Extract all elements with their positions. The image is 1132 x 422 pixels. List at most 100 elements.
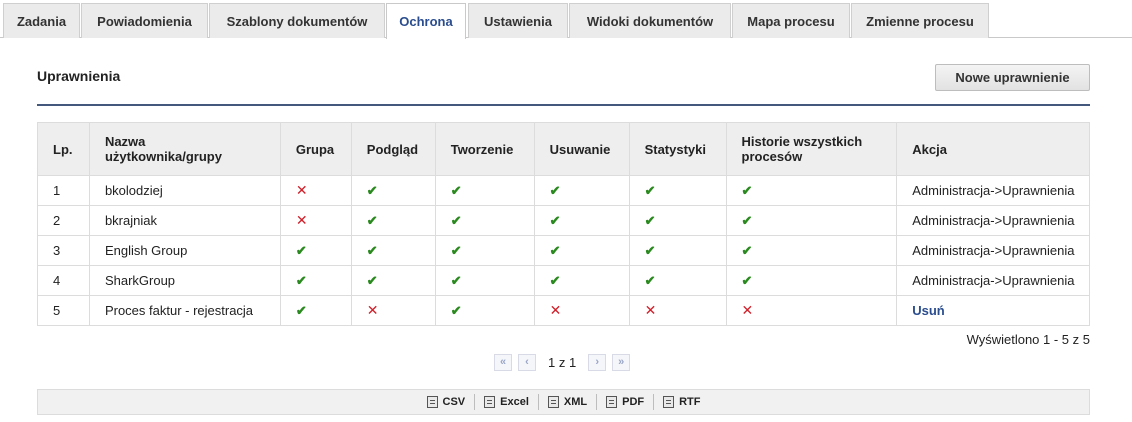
cell-group: ✔ xyxy=(279,265,352,296)
cell-history: ✔ xyxy=(725,205,898,236)
tab-zmienne-procesu[interactable]: Zmienne procesu xyxy=(851,3,989,38)
cross-icon: ✕ xyxy=(644,302,657,318)
check-icon: ✔ xyxy=(366,182,378,198)
table-row: 5 Proces faktur - rejestracja ✔ ✕ ✔ ✕ ✕ ✕ Usuń xyxy=(37,295,1090,326)
check-icon: ✔ xyxy=(741,242,753,258)
export-excel-button[interactable]: Excel xyxy=(475,396,538,408)
check-icon: ✔ xyxy=(450,182,462,198)
cell-lp: 2 xyxy=(37,205,90,236)
double-chevron-left-icon[interactable]: « xyxy=(494,353,512,371)
tab-szablony-dokumentów[interactable]: Szablony dokumentów xyxy=(209,3,385,38)
tab-widoki-dokumentów[interactable]: Widoki dokumentów xyxy=(569,3,731,38)
cell-create: ✔ xyxy=(434,175,535,206)
pagination: « ‹ 1 z 1 › » xyxy=(494,353,631,371)
cell-delete: ✔ xyxy=(533,265,630,296)
cell-name: bkolodziej xyxy=(88,175,281,206)
cell-action: Administracja->Uprawnienia xyxy=(896,175,1090,206)
check-icon: ✔ xyxy=(549,272,561,288)
export-csv-button[interactable]: CSV xyxy=(418,396,475,408)
double-chevron-right-icon[interactable]: » xyxy=(612,353,631,371)
check-icon: ✔ xyxy=(644,182,656,198)
chevron-right-icon[interactable]: › xyxy=(588,353,607,371)
cell-stats: ✕ xyxy=(628,295,727,326)
export-label: PDF xyxy=(622,396,645,408)
check-icon: ✔ xyxy=(295,242,307,258)
tab-mapa-procesu[interactable]: Mapa procesu xyxy=(732,3,850,38)
check-icon: ✔ xyxy=(450,212,462,228)
export-label: CSV xyxy=(442,396,466,408)
tab-ochrona[interactable]: Ochrona xyxy=(386,3,466,39)
col-header-create[interactable]: Tworzenie xyxy=(434,122,535,176)
cell-group: ✔ xyxy=(279,235,352,266)
cell-group: ✕ xyxy=(279,175,352,206)
export-label: XML xyxy=(563,396,588,408)
cell-name: SharkGroup xyxy=(88,265,281,296)
col-header-delete[interactable]: Usuwanie xyxy=(533,122,630,176)
cell-view: ✕ xyxy=(350,295,436,326)
action-text: Administracja->Uprawnienia xyxy=(912,213,1075,228)
cell-stats: ✔ xyxy=(628,205,727,236)
cell-stats: ✔ xyxy=(628,175,727,206)
export-xml-button[interactable]: XML xyxy=(539,396,596,408)
check-icon: ✔ xyxy=(549,212,561,228)
col-header-lp[interactable]: Lp. xyxy=(37,122,90,176)
check-icon: ✔ xyxy=(450,242,462,258)
cell-action: Usuń xyxy=(896,295,1090,326)
cell-view: ✔ xyxy=(350,175,436,206)
chevron-left-icon[interactable]: ‹ xyxy=(518,353,536,371)
cell-delete: ✔ xyxy=(533,205,630,236)
action-text: Administracja->Uprawnienia xyxy=(912,183,1075,198)
page-indicator: 1 z 1 xyxy=(548,354,577,370)
cell-action: Administracja->Uprawnienia xyxy=(896,205,1090,236)
cell-history: ✕ xyxy=(725,295,898,326)
cell-create: ✔ xyxy=(434,235,535,266)
cell-stats: ✔ xyxy=(628,265,727,296)
rtf-file-icon xyxy=(663,396,675,408)
new-permission-button[interactable]: Nowe uprawnienie xyxy=(935,64,1090,91)
tab-zadania[interactable]: Zadania xyxy=(3,3,80,38)
check-icon: ✔ xyxy=(450,272,462,288)
col-header-view[interactable]: Podgląd xyxy=(350,122,436,176)
check-icon: ✔ xyxy=(549,182,561,198)
col-header-name[interactable]: Nazwa użytkownika/grupy xyxy=(88,122,281,176)
cell-name: Proces faktur - rejestracja xyxy=(88,295,281,326)
tab-ustawienia[interactable]: Ustawienia xyxy=(468,3,568,38)
table-row: 2 bkrajniak ✕ ✔ ✔ ✔ ✔ ✔ Administracja->Uprawnien… xyxy=(37,205,1090,236)
export-rtf-button[interactable]: RTF xyxy=(654,396,709,408)
check-icon: ✔ xyxy=(741,272,753,288)
export-label: Excel xyxy=(500,396,529,408)
table-row: 1 bkolodziej ✕ ✔ ✔ ✔ ✔ ✔ Administracja->Uprawnie… xyxy=(37,175,1090,206)
title-divider xyxy=(37,104,1090,106)
cell-lp: 1 xyxy=(37,175,90,206)
cell-history: ✔ xyxy=(725,265,898,296)
cell-create: ✔ xyxy=(434,205,535,236)
cell-view: ✔ xyxy=(350,235,436,266)
cell-create: ✔ xyxy=(434,295,535,326)
export-pdf-button[interactable]: PDF xyxy=(597,396,653,408)
cell-view: ✔ xyxy=(350,265,436,296)
delete-link[interactable]: Usuń xyxy=(912,303,945,318)
col-header-action[interactable]: Akcja xyxy=(896,122,1090,176)
cell-lp: 3 xyxy=(37,235,90,266)
csv-file-icon xyxy=(426,396,438,408)
table-row: 4 SharkGroup ✔ ✔ ✔ ✔ ✔ ✔ Administracja->Uprawnie… xyxy=(37,265,1090,296)
cell-delete: ✔ xyxy=(533,235,630,266)
cross-icon: ✕ xyxy=(741,302,754,318)
action-text: Administracja->Uprawnienia xyxy=(912,243,1075,258)
cell-delete: ✕ xyxy=(533,295,630,326)
check-icon: ✔ xyxy=(741,182,753,198)
check-icon: ✔ xyxy=(366,242,378,258)
export-label: RTF xyxy=(679,396,701,408)
table-header-row: Lp. Nazwa użytkownika/grupy Grupa Podglą… xyxy=(37,122,1090,176)
cell-history: ✔ xyxy=(725,175,898,206)
col-header-group[interactable]: Grupa xyxy=(279,122,352,176)
col-header-stats[interactable]: Statystyki xyxy=(628,122,727,176)
tab-powiadomienia[interactable]: Powiadomienia xyxy=(81,3,208,38)
col-header-history[interactable]: Historie wszystkich procesów xyxy=(725,122,898,176)
cross-icon: ✕ xyxy=(295,182,308,198)
xml-file-icon xyxy=(547,396,559,408)
page-title: Uprawnienia xyxy=(37,68,121,84)
check-icon: ✔ xyxy=(741,212,753,228)
action-text: Administracja->Uprawnienia xyxy=(912,273,1075,288)
check-icon: ✔ xyxy=(366,212,378,228)
